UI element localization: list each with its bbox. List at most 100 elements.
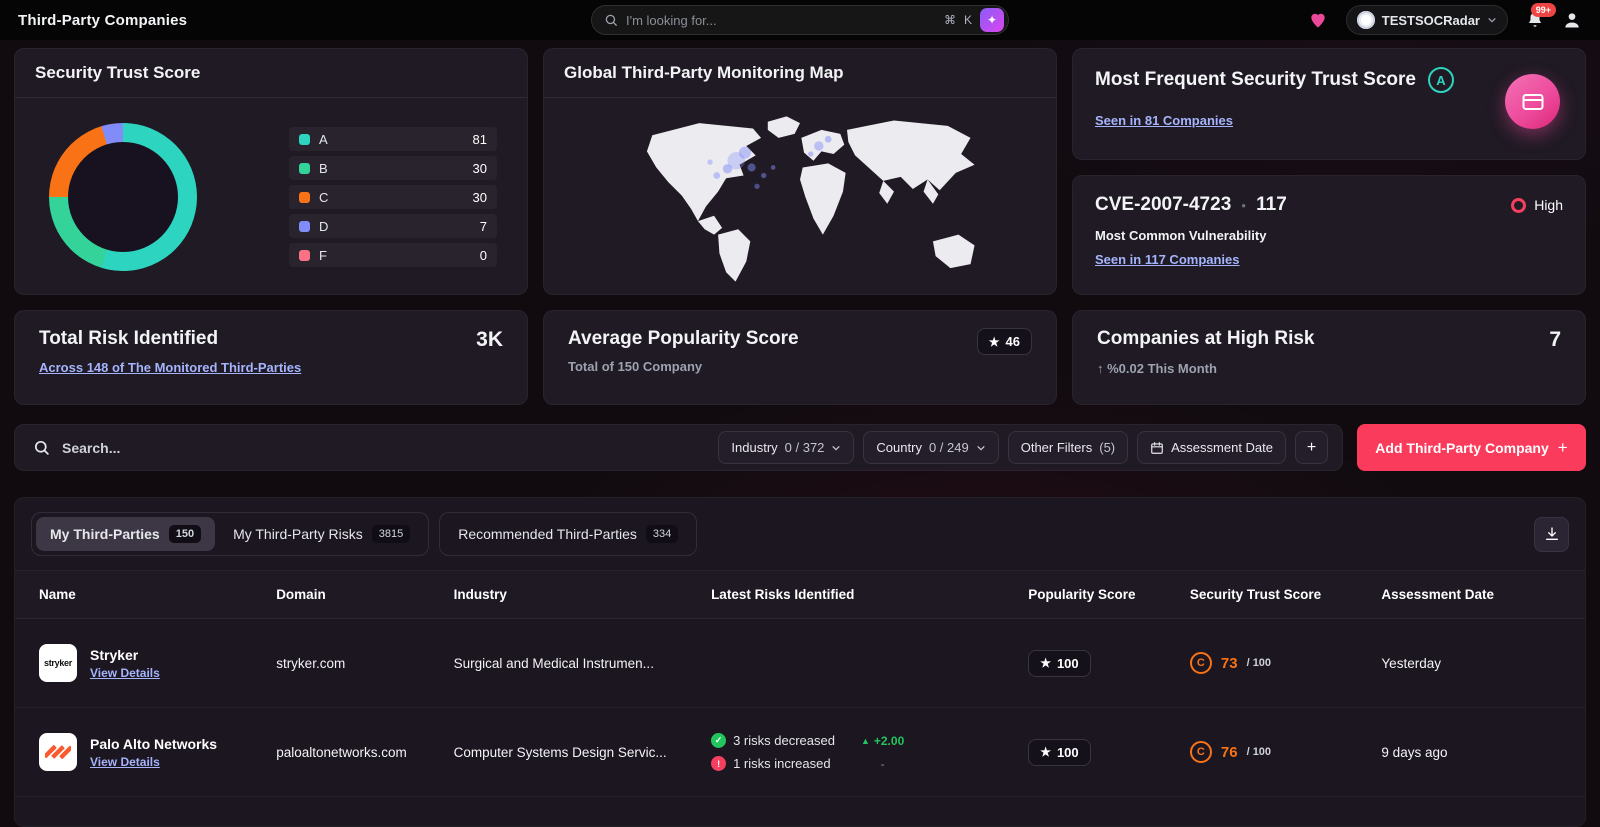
- header-latest-risks[interactable]: Latest Risks Identified: [701, 570, 1019, 619]
- company-name: Stryker: [90, 646, 139, 663]
- user-avatar[interactable]: [1562, 10, 1582, 30]
- high-risk-card: Companies at High Risk 7 ↑ %0.02 This Mo…: [1072, 310, 1586, 405]
- tab-label: My Third-Party Risks: [233, 526, 363, 542]
- star-icon: ★: [1040, 656, 1051, 670]
- add-filter-button[interactable]: +: [1295, 431, 1328, 464]
- legend-item-d[interactable]: D 7: [289, 214, 497, 238]
- org-switcher[interactable]: TESTSOCRadar: [1345, 5, 1508, 35]
- third-parties-panel: My Third-Parties 150 My Third-Party Risk…: [14, 497, 1586, 827]
- notifications-button[interactable]: 99+: [1526, 3, 1556, 29]
- company-logo: stryker: [39, 644, 77, 682]
- trust-score-title: Security Trust Score: [15, 49, 527, 98]
- high-risk-value: 7: [1549, 328, 1561, 351]
- global-search-input[interactable]: [626, 12, 936, 28]
- security-trust-score-card: Security Trust Score A 81 B 30 C 30 D 7 …: [14, 48, 528, 295]
- header-popularity[interactable]: Popularity Score: [1018, 570, 1180, 619]
- dot-icon: ●: [1241, 200, 1247, 210]
- global-search[interactable]: ⌘ K ✦: [591, 5, 1009, 35]
- cve-subtitle: Most Common Vulnerability: [1095, 228, 1267, 243]
- company-logo-text: stryker: [44, 658, 72, 668]
- industry-filter[interactable]: Industry 0 / 372: [718, 431, 855, 464]
- table-row[interactable]: Palo Alto Networks View Details paloalto…: [15, 707, 1585, 797]
- tab-my-third-party-risks[interactable]: My Third-Party Risks 3815: [219, 517, 424, 551]
- plus-icon: +: [1557, 437, 1568, 457]
- main-content: Security Trust Score A 81 B 30 C 30 D 7 …: [0, 40, 1600, 827]
- command-key-icon: ⌘: [943, 13, 956, 27]
- total-risk-value: 3K: [476, 328, 503, 351]
- legend-swatch: [299, 191, 310, 203]
- risks-increased: ! 1 risks increased: [711, 756, 835, 771]
- legend-item-a[interactable]: A 81: [289, 127, 497, 151]
- risks-decreased: ✓ 3 risks decreased: [711, 733, 835, 748]
- popularity-score: 100: [1056, 744, 1079, 760]
- country-filter-count: 0 / 249: [928, 440, 969, 455]
- cve-count: 117: [1256, 194, 1287, 215]
- legend-value: 7: [479, 218, 487, 234]
- legend-value: 0: [479, 247, 487, 263]
- check-circle-icon: ✓: [711, 733, 727, 748]
- tab-my-third-parties[interactable]: My Third-Parties 150: [36, 517, 216, 551]
- tab-label: Recommended Third-Parties: [458, 526, 637, 542]
- legend-item-b[interactable]: B 30: [289, 156, 497, 180]
- filter-bar: Industry 0 / 372 Country 0 / 249 Other F…: [14, 424, 1343, 471]
- credit-card-icon: [1521, 90, 1545, 114]
- header-domain[interactable]: Domain: [266, 570, 444, 619]
- view-details-link[interactable]: View Details: [90, 755, 160, 769]
- legend-item-f[interactable]: F 0: [289, 243, 497, 267]
- map-title: Global Third-Party Monitoring Map: [544, 49, 1056, 98]
- header-assessment-date[interactable]: Assessment Date: [1371, 570, 1585, 619]
- export-button[interactable]: [1534, 516, 1569, 552]
- view-details-link[interactable]: View Details: [90, 666, 160, 680]
- high-risk-trend-text: %0.02 This Month: [1107, 361, 1217, 376]
- ai-assistant-button[interactable]: ✦: [980, 8, 1004, 32]
- popularity-score-badge: ★ 100: [1028, 738, 1091, 766]
- legend-label: A: [319, 131, 328, 147]
- seen-in-companies-link[interactable]: Seen in 81 Companies: [1095, 113, 1233, 128]
- trust-score-max: / 100: [1246, 657, 1272, 669]
- header-name[interactable]: Name: [15, 570, 267, 619]
- legend-item-c[interactable]: C 30: [289, 185, 497, 209]
- table-search[interactable]: [33, 439, 709, 456]
- severity-ring-icon: [1511, 197, 1527, 213]
- monitoring-map-card: Global Third-Party Monitoring Map: [543, 48, 1057, 295]
- add-third-party-button[interactable]: Add Third-Party Company +: [1357, 424, 1586, 471]
- table-row[interactable]: stryker Stryker View Details stryker.com…: [15, 618, 1585, 708]
- company-name: Palo Alto Networks: [90, 735, 218, 752]
- country-filter[interactable]: Country 0 / 249: [863, 431, 999, 464]
- cve-id: CVE-2007-4723: [1095, 194, 1232, 215]
- up-arrow-icon: ↑: [1097, 361, 1104, 376]
- tab-group-secondary: Recommended Third-Parties 334: [439, 512, 698, 556]
- avg-popularity-subtitle: Total of 150 Company: [568, 359, 703, 374]
- star-icon: ★: [988, 334, 1000, 349]
- trend-value: +2.00: [873, 733, 905, 748]
- header-security-trust[interactable]: Security Trust Score: [1179, 570, 1372, 619]
- tab-recommended-third-parties[interactable]: Recommended Third-Parties 334: [444, 517, 692, 551]
- company-logo: [39, 733, 77, 771]
- floating-action-button[interactable]: [1505, 74, 1560, 129]
- world-map[interactable]: [544, 98, 1056, 294]
- company-industry: Computer Systems Design Servic...: [443, 707, 702, 797]
- shortcut-key: K: [963, 13, 972, 27]
- monitored-parties-link[interactable]: Across 148 of The Monitored Third-Partie…: [39, 360, 301, 375]
- legend-label: C: [319, 189, 329, 205]
- risk-trend: ▲ +2.00 -: [861, 734, 904, 771]
- high-risk-trend: ↑ %0.02 This Month: [1097, 361, 1561, 376]
- assessment-date-filter[interactable]: Assessment Date: [1137, 431, 1286, 464]
- high-risk-title: Companies at High Risk: [1097, 328, 1315, 349]
- company-domain: paloaltonetworks.com: [266, 707, 444, 797]
- chevron-down-icon: [976, 443, 986, 453]
- download-icon: [1544, 526, 1560, 542]
- tabs-bar: My Third-Parties 150 My Third-Party Risk…: [15, 512, 1585, 570]
- table-search-input[interactable]: [62, 439, 282, 456]
- other-filters-button[interactable]: Other Filters (5): [1007, 431, 1129, 464]
- sparkle-icon: ✦: [986, 13, 998, 27]
- rewards-heart-icon[interactable]: [1308, 10, 1328, 30]
- palo-alto-logo-icon: [45, 744, 71, 760]
- search-icon: [33, 439, 50, 456]
- avg-popularity-score-badge: ★ 46: [976, 328, 1032, 355]
- cve-companies-link[interactable]: Seen in 117 Companies: [1095, 252, 1240, 267]
- calendar-icon: [1150, 441, 1164, 455]
- map-continents: [646, 116, 975, 282]
- popularity-score-badge: ★ 100: [1028, 649, 1091, 677]
- header-industry[interactable]: Industry: [443, 570, 702, 619]
